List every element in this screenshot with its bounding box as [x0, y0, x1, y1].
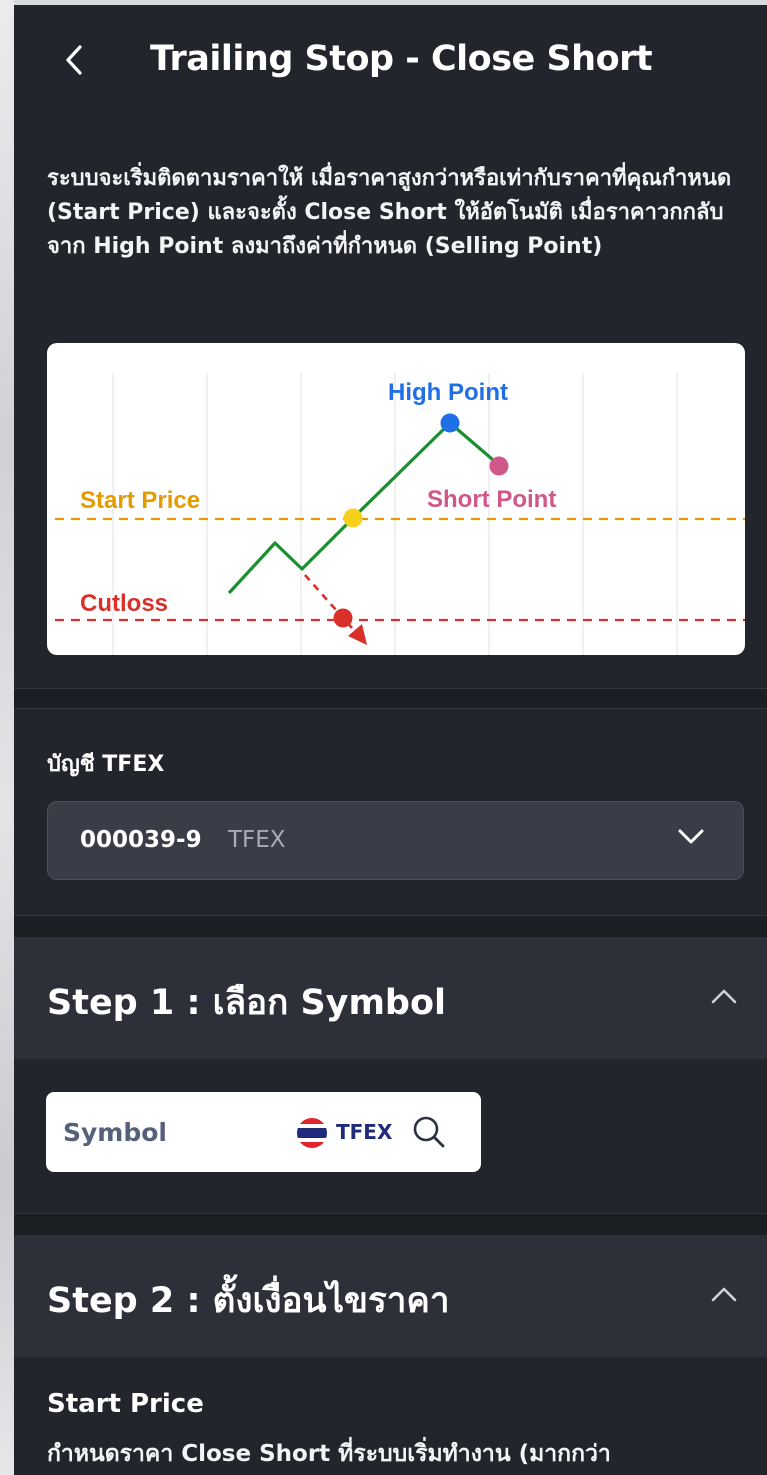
cutloss-dot — [333, 608, 353, 628]
section-divider — [14, 1213, 767, 1235]
step1-header[interactable]: Step 1 : เลือก Symbol — [14, 937, 767, 1059]
diagram-gridlines — [112, 373, 678, 655]
cutloss-label: Cutloss — [80, 590, 168, 617]
start-price-field-label: Start Price — [47, 1389, 204, 1419]
header: Trailing Stop - Close Short — [14, 5, 767, 120]
account-dropdown[interactable]: 000039-9 TFEX — [47, 801, 744, 880]
chevron-down-icon — [677, 828, 705, 850]
short-point-label: Short Point — [427, 486, 556, 513]
page-title: Trailing Stop - Close Short — [150, 39, 653, 79]
account-label: บัญชี TFEX — [47, 752, 165, 777]
back-button[interactable] — [60, 43, 88, 77]
background-edge — [0, 0, 14, 1475]
intro-description: ระบบจะเริ่มติดตามราคาให้ เมื่อราคาสูงกว่… — [47, 166, 732, 259]
trailing-stop-screen: Trailing Stop - Close Short ระบบจะเริ่มต… — [14, 5, 767, 1475]
step2-title: Step 2 : ตั้งเงื่อนไขราคา — [47, 1281, 450, 1321]
high-point-label: High Point — [388, 379, 508, 406]
high-point-dot — [440, 413, 460, 433]
search-icon[interactable] — [411, 1114, 447, 1154]
thailand-flag-icon — [297, 1118, 327, 1148]
account-market: TFEX — [228, 827, 286, 853]
account-number: 000039-9 — [80, 827, 202, 853]
start-price-label: Start Price — [80, 487, 200, 514]
short-point-dot — [489, 456, 509, 476]
section-divider — [14, 688, 767, 709]
trailing-stop-diagram: High Point Start Price Short Point Cutlo… — [47, 343, 745, 655]
start-point-dot — [343, 508, 363, 528]
start-price-description: กำหนดราคา Close Short ที่ระบบเริ่มทำงาน … — [47, 1441, 611, 1467]
symbol-placeholder: Symbol — [63, 1118, 167, 1147]
symbol-market-tag: TFEX — [336, 1120, 393, 1144]
step2-header[interactable]: Step 2 : ตั้งเงื่อนไขราคา — [14, 1235, 767, 1357]
chevron-up-icon — [710, 1285, 738, 1307]
chevron-up-icon — [710, 987, 738, 1009]
step1-title: Step 1 : เลือก Symbol — [47, 983, 447, 1023]
chevron-left-icon — [66, 45, 82, 75]
symbol-search-input[interactable]: Symbol TFEX — [46, 1092, 481, 1172]
section-divider — [14, 915, 767, 937]
